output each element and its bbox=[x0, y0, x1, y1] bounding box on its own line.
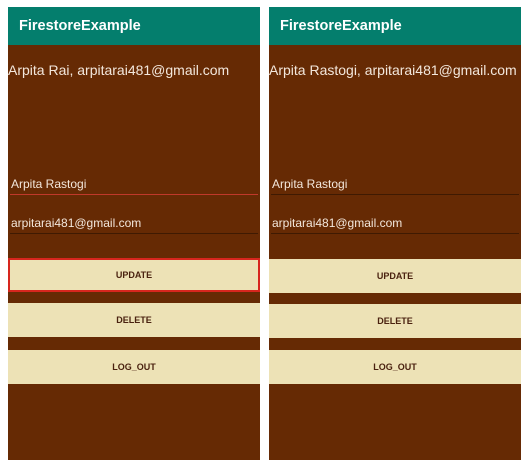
phone-screen-before: FirestoreExample Arpita Rai, arpitarai48… bbox=[8, 7, 260, 460]
logout-button[interactable]: LOG_OUT bbox=[8, 350, 260, 384]
name-field[interactable]: Arpita Rastogi bbox=[10, 175, 258, 195]
user-info-text: Arpita Rastogi, arpitarai481@gmail.com bbox=[269, 62, 517, 78]
name-field-underline bbox=[271, 194, 519, 195]
email-field[interactable]: arpitarai481@gmail.com bbox=[271, 214, 519, 234]
name-field-value: Arpita Rastogi bbox=[272, 177, 348, 191]
email-field-value: arpitarai481@gmail.com bbox=[11, 216, 142, 230]
name-field[interactable]: Arpita Rastogi bbox=[271, 175, 519, 195]
name-field-underline bbox=[10, 194, 258, 195]
logout-button[interactable]: LOG_OUT bbox=[269, 350, 521, 384]
delete-button[interactable]: DELETE bbox=[8, 303, 260, 337]
name-field-value: Arpita Rastogi bbox=[11, 177, 87, 191]
email-field-value: arpitarai481@gmail.com bbox=[272, 216, 403, 230]
phone-screen-after: FirestoreExample Arpita Rastogi, arpitar… bbox=[269, 7, 521, 460]
email-field[interactable]: arpitarai481@gmail.com bbox=[10, 214, 258, 234]
delete-button[interactable]: DELETE bbox=[269, 304, 521, 338]
email-field-underline bbox=[10, 233, 258, 234]
update-button[interactable]: UPDATE bbox=[8, 258, 260, 292]
email-field-underline bbox=[271, 233, 519, 234]
user-info-text: Arpita Rai, arpitarai481@gmail.com bbox=[8, 62, 230, 78]
app-title: FirestoreExample bbox=[269, 7, 521, 45]
update-button[interactable]: UPDATE bbox=[269, 259, 521, 293]
app-title: FirestoreExample bbox=[8, 7, 260, 45]
